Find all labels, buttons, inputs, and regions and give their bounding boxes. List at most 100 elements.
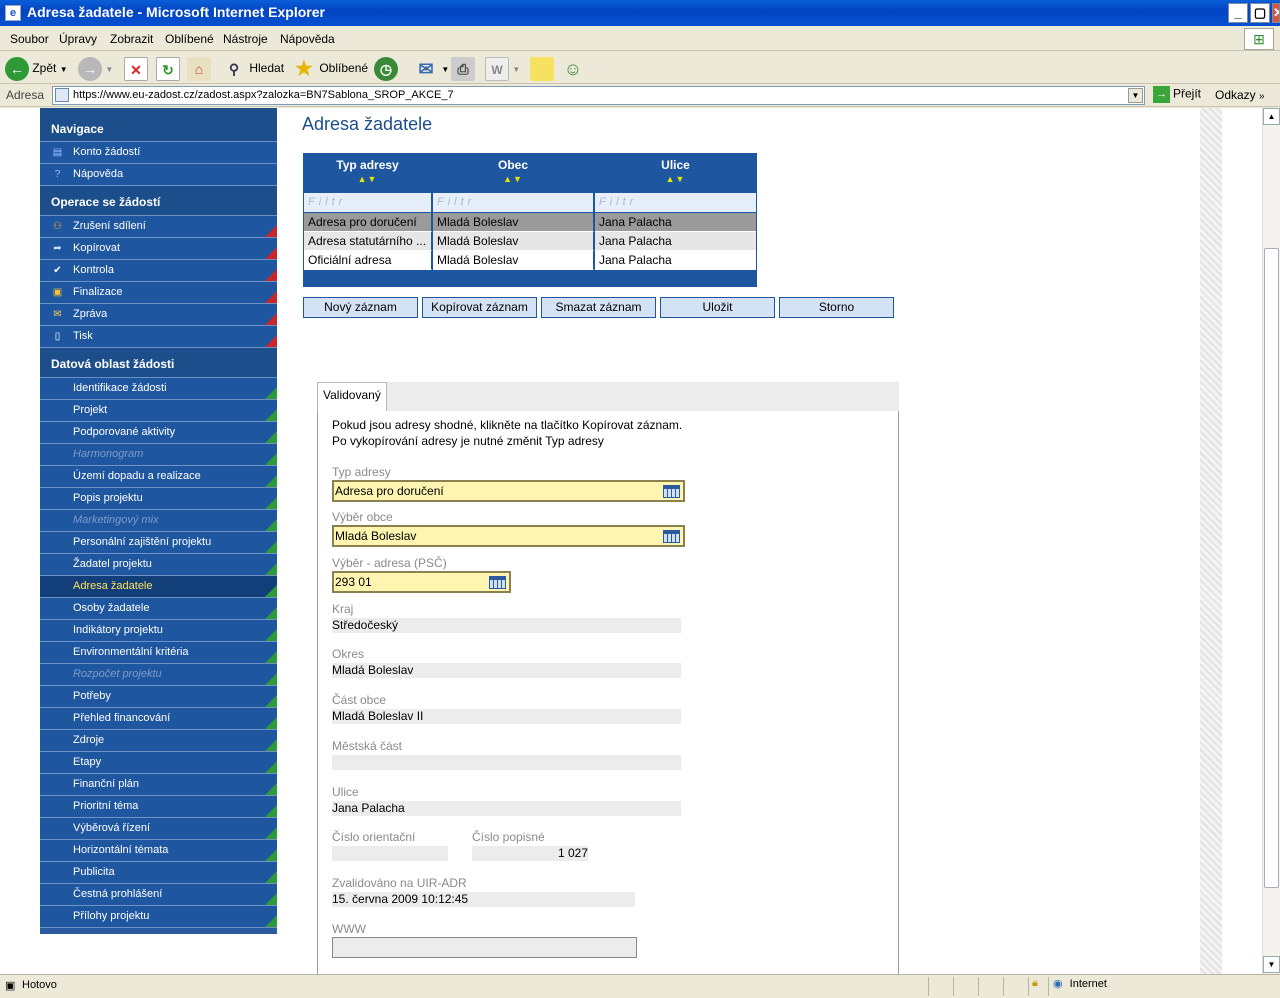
grid-cell[interactable]: Jana Palacha — [595, 232, 756, 251]
sidebar-item-podporovane-aktivity[interactable]: Podporované aktivity — [40, 422, 277, 444]
sort-arrows-icon[interactable]: ▲▼ — [303, 174, 432, 184]
stop-button[interactable]: ✕ — [124, 55, 148, 81]
sidebar-item-osoby-zadatele[interactable]: Osoby žadatele — [40, 598, 277, 620]
mail-dropdown-icon[interactable]: ▼ — [441, 65, 449, 74]
print-button[interactable]: ⎙ — [451, 55, 475, 81]
column-header-typ-adresy[interactable]: Typ adresy ▲▼ — [303, 153, 432, 191]
edit-dropdown-icon[interactable]: ▼ — [512, 65, 520, 74]
picker-icon[interactable] — [663, 530, 680, 543]
menu-nastroje[interactable]: Nástroje — [223, 32, 268, 46]
forward-button[interactable]: → ▼ — [78, 55, 113, 81]
back-dropdown-icon[interactable]: ▼ — [60, 65, 68, 74]
filter-input-ulice[interactable]: Filtr — [595, 193, 756, 212]
sidebar-item-zprava[interactable]: ✉ Zpráva — [40, 304, 277, 326]
sidebar-item-uzemi-dopadu-a-realizace[interactable]: Území dopadu a realizace — [40, 466, 277, 488]
grid-cell[interactable]: Mladá Boleslav — [433, 251, 594, 270]
grid-cell[interactable]: Jana Palacha — [595, 213, 756, 232]
scroll-up-icon[interactable]: ▲ — [1263, 108, 1280, 125]
scroll-down-icon[interactable]: ▼ — [1263, 956, 1280, 973]
refresh-button[interactable]: ↻ — [156, 55, 180, 81]
grid-cell[interactable]: Oficiální adresa — [304, 251, 432, 270]
sidebar-item-prehled-financovani[interactable]: Přehled financování — [40, 708, 277, 730]
sidebar-item-kontrola[interactable]: ✔ Kontrola — [40, 260, 277, 282]
forward-dropdown-icon[interactable]: ▼ — [105, 65, 113, 74]
links-button[interactable]: Odkazy » — [1215, 88, 1265, 102]
sidebar-item-finalizace[interactable]: ▣ Finalizace — [40, 282, 277, 304]
column-header-obec[interactable]: Obec ▲▼ — [432, 153, 594, 191]
mail-button[interactable]: ✉ ▼ — [414, 55, 449, 81]
menu-zobrazit[interactable]: Zobrazit — [110, 32, 153, 46]
sidebar-item-etapy[interactable]: Etapy — [40, 752, 277, 774]
sidebar-item-label: Žadatel projektu — [73, 558, 152, 570]
sidebar-item-potreby[interactable]: Potřeby — [40, 686, 277, 708]
scroll-thumb[interactable] — [1264, 248, 1279, 888]
url-dropdown-icon[interactable]: ▼ — [1128, 88, 1143, 103]
sidebar-item-prilohy-projektu[interactable]: Přílohy projektu — [40, 906, 277, 928]
kopirovat-zaznam-button[interactable]: Kopírovat záznam — [422, 297, 537, 318]
column-header-ulice[interactable]: Ulice ▲▼ — [594, 153, 757, 191]
sidebar-item-label: Prioritní téma — [73, 800, 139, 812]
favorites-button[interactable]: ★ Oblíbené — [292, 55, 368, 81]
messenger-button[interactable]: ☺ — [561, 55, 585, 81]
menu-oblibene[interactable]: Oblíbené — [165, 32, 214, 46]
history-button[interactable]: ◷ — [374, 55, 398, 81]
minimize-button[interactable]: _ — [1228, 3, 1248, 23]
sort-arrows-icon[interactable]: ▲▼ — [594, 174, 757, 184]
sidebar-item-horizontalni-temata[interactable]: Horizontální témata — [40, 840, 277, 862]
picker-icon[interactable] — [489, 576, 506, 589]
grid-cell[interactable]: Mladá Boleslav — [433, 232, 594, 251]
sidebar-item-zdroje[interactable]: Zdroje — [40, 730, 277, 752]
menu-upravy[interactable]: Úpravy — [59, 32, 97, 46]
sidebar-item-adresa-zadatele[interactable]: Adresa žadatele — [40, 576, 277, 598]
sidebar-item-identifikace-zadosti[interactable]: Identifikace žádosti — [40, 378, 277, 400]
vyber-adresa-field[interactable]: 293 01 — [332, 571, 511, 593]
sidebar-item-publicita[interactable]: Publicita — [40, 862, 277, 884]
sidebar-item-zadatel-projektu[interactable]: Žadatel projektu — [40, 554, 277, 576]
home-button[interactable]: ⌂ — [187, 55, 211, 81]
discuss-button[interactable] — [530, 55, 554, 81]
status-bar: ▣ Hotovo 🔒︎ ◉ Internet — [0, 974, 1280, 998]
filter-input-typ-adresy[interactable]: Filtr — [304, 193, 432, 212]
sidebar-item-popis-projektu[interactable]: Popis projektu — [40, 488, 277, 510]
status-corner-indicator — [265, 651, 277, 663]
vertical-scrollbar[interactable]: ▲ ▼ — [1262, 108, 1280, 974]
url-input[interactable]: https://www.eu-zadost.cz/zadost.aspx?zal… — [52, 86, 1145, 105]
vyber-obce-field[interactable]: Mladá Boleslav — [332, 525, 685, 547]
tab-validovany[interactable]: Validovaný — [317, 382, 387, 412]
menu-soubor[interactable]: Soubor — [10, 32, 49, 46]
sidebar-item-konto-zadosti[interactable]: ▤ Konto žádostí — [40, 142, 277, 164]
sidebar-item-environmentalni-kriteria[interactable]: Environmentální kritéria — [40, 642, 277, 664]
sidebar-item-napoveda[interactable]: ? Nápověda — [40, 164, 277, 186]
picker-icon[interactable] — [663, 485, 680, 498]
grid-cell[interactable]: Jana Palacha — [595, 251, 756, 270]
grid-cell[interactable]: Adresa statutárního ... — [304, 232, 432, 251]
menu-napoveda[interactable]: Nápověda — [280, 32, 335, 46]
go-button[interactable]: → Přejít — [1153, 86, 1201, 103]
www-field[interactable] — [332, 937, 637, 958]
sidebar-item-cestna-prohlaseni[interactable]: Čestná prohlášení — [40, 884, 277, 906]
ulozit-button[interactable]: Uložit — [660, 297, 775, 318]
smazat-zaznam-button[interactable]: Smazat záznam — [541, 297, 656, 318]
sidebar-item-vyberova-rizeni[interactable]: Výběrová řízení — [40, 818, 277, 840]
grid-cell[interactable]: Mladá Boleslav — [433, 213, 594, 232]
sidebar-item-kopirovat[interactable]: ➦ Kopírovat — [40, 238, 277, 260]
sidebar-item-zruseni-sdileni[interactable]: ⚇ Zrušení sdílení — [40, 216, 277, 238]
sidebar-item-tisk[interactable]: ▯ Tisk — [40, 326, 277, 348]
sidebar-item-financni-plan[interactable]: Finanční plán — [40, 774, 277, 796]
novy-zaznam-button[interactable]: Nový záznam — [303, 297, 418, 318]
sidebar-item-projekt[interactable]: Projekt — [40, 400, 277, 422]
sidebar-item-prioritni-tema[interactable]: Prioritní téma — [40, 796, 277, 818]
back-button[interactable]: ← Zpět ▼ — [5, 55, 68, 81]
filter-input-obec[interactable]: Filtr — [433, 193, 594, 212]
document-icon: ▯ — [54, 331, 61, 342]
sidebar-item-indikatory-projektu[interactable]: Indikátory projektu — [40, 620, 277, 642]
sidebar-item-personalni-zajisteni-projektu[interactable]: Personální zajištění projektu — [40, 532, 277, 554]
storno-button[interactable]: Storno — [779, 297, 894, 318]
edit-button[interactable]: W ▼ — [485, 55, 520, 81]
maximize-button[interactable]: ▢ — [1250, 3, 1270, 23]
search-button[interactable]: ⚲ Hledat — [222, 55, 284, 81]
sort-arrows-icon[interactable]: ▲▼ — [432, 174, 594, 184]
typ-adresy-field[interactable]: Adresa pro doručení — [332, 480, 685, 502]
grid-cell[interactable]: Adresa pro doručení — [304, 213, 432, 232]
close-button[interactable]: ✕ — [1272, 3, 1280, 23]
